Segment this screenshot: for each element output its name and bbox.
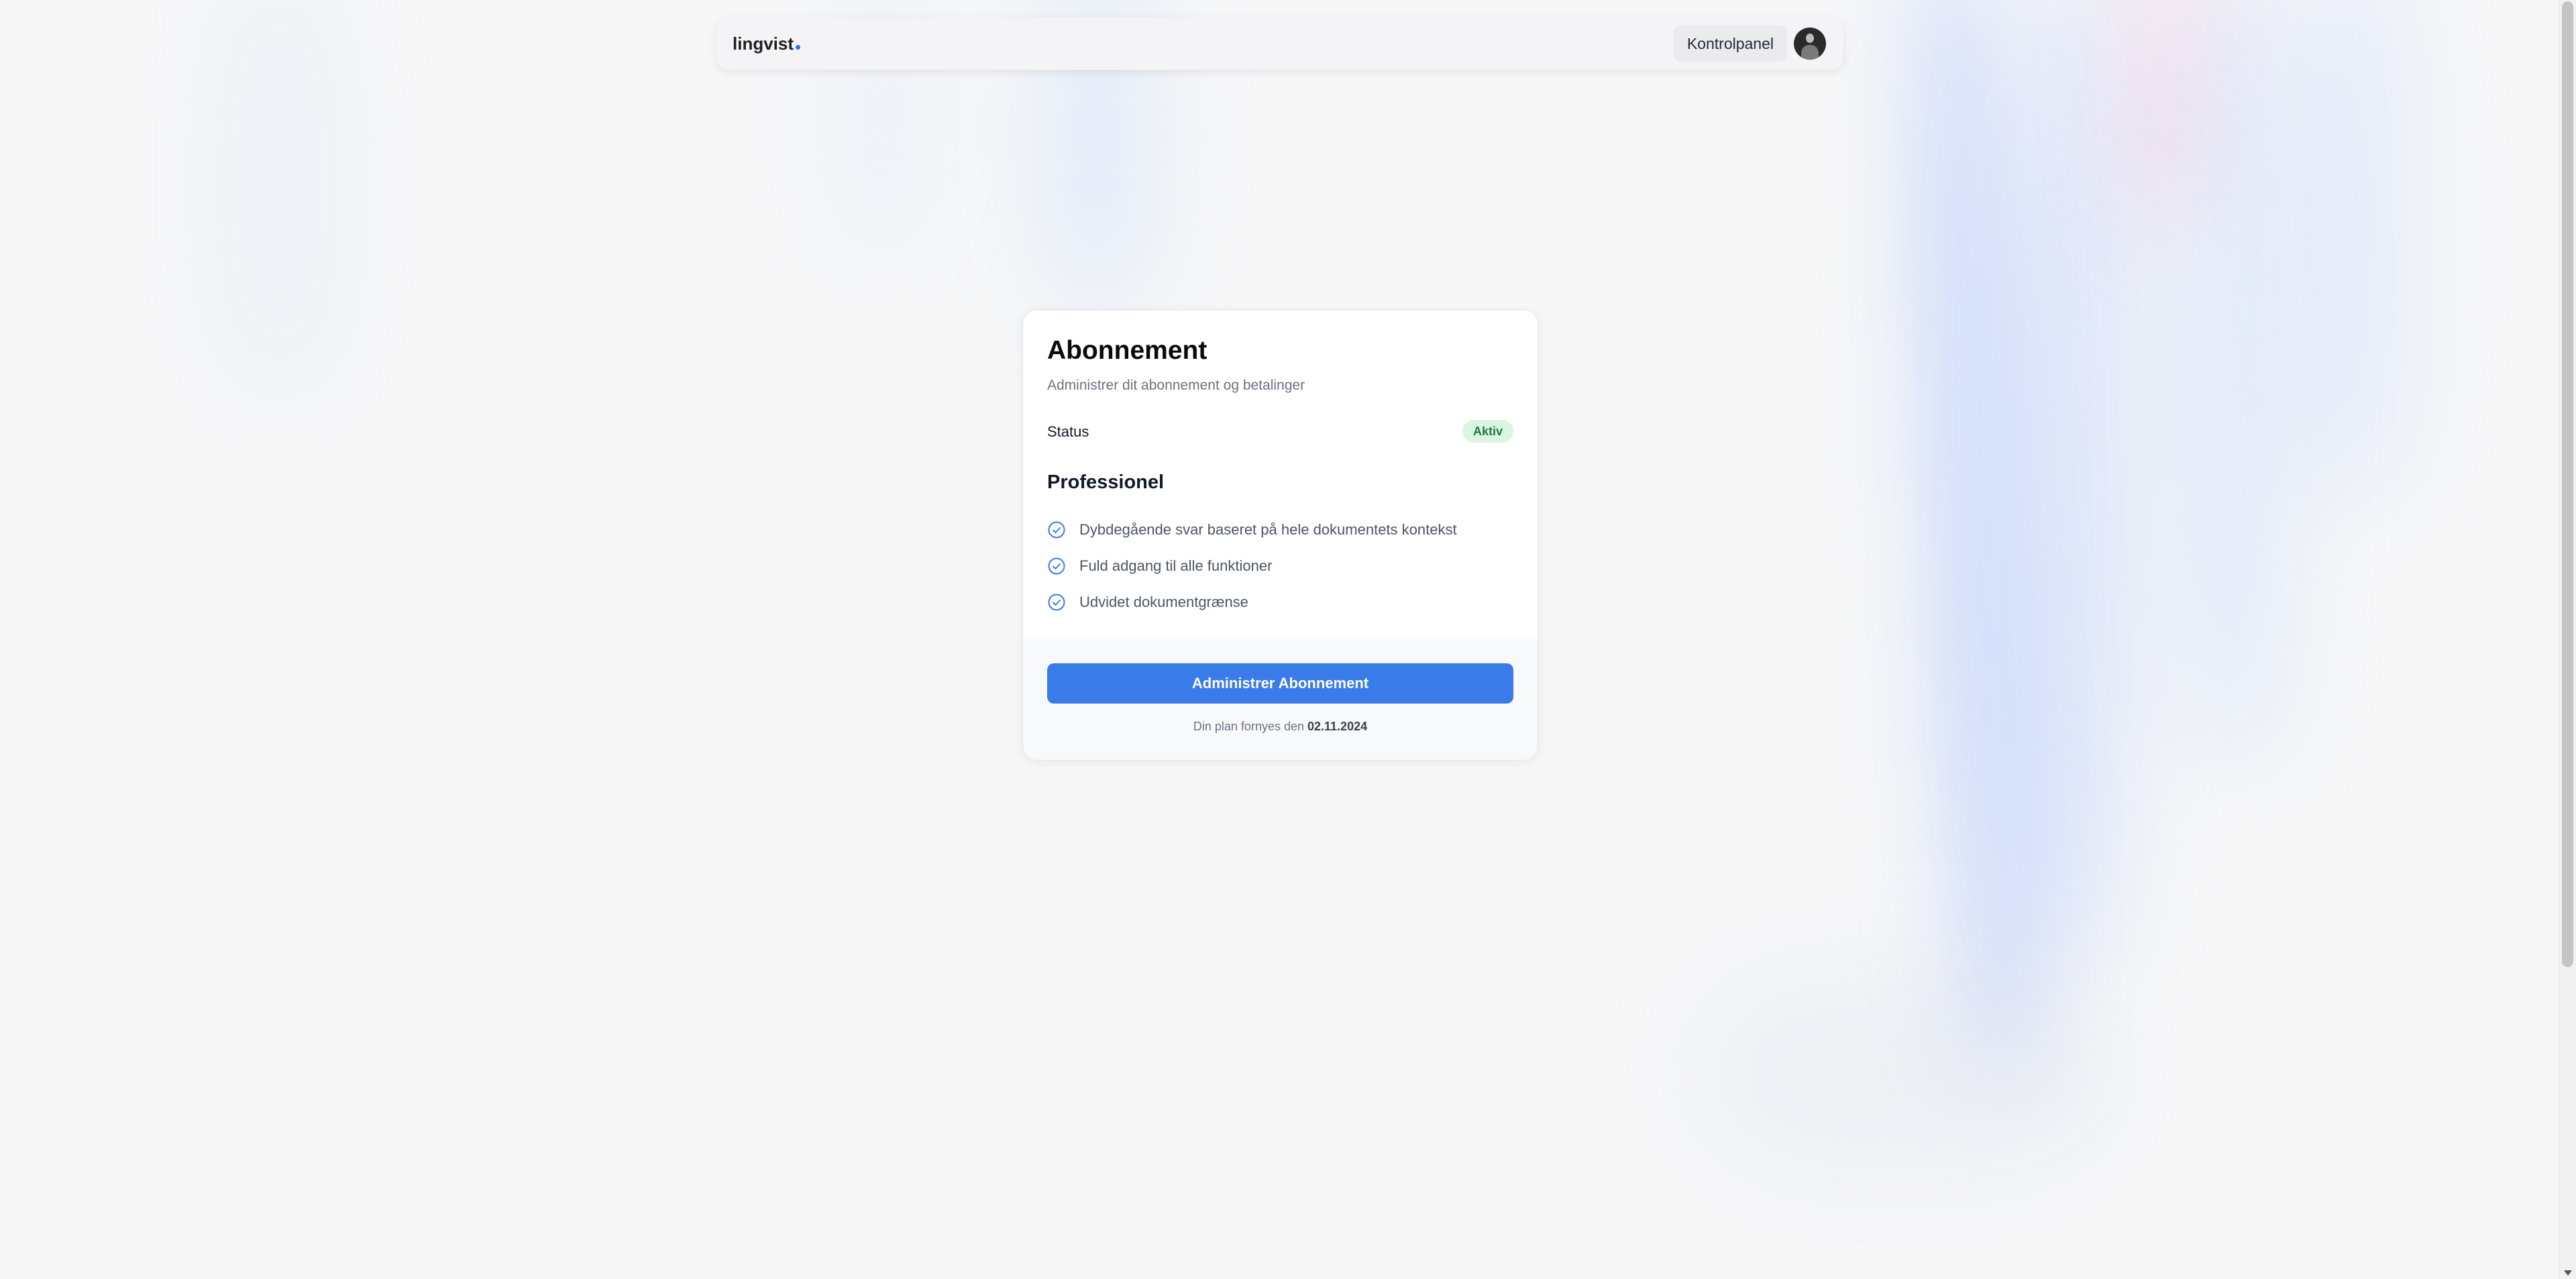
renewal-text: Din plan fornyes den bbox=[1193, 720, 1307, 733]
subscription-card: Abonnement Administrer dit abonnement og… bbox=[1023, 311, 1538, 760]
check-circle-icon bbox=[1048, 594, 1065, 611]
feature-text: Dybdegående svar baseret på hele dokumen… bbox=[1079, 521, 1457, 538]
logo-text: lingvist bbox=[733, 33, 794, 54]
feature-list: Dybdegående svar baseret på hele dokumen… bbox=[1047, 519, 1457, 628]
avatar-body bbox=[1801, 45, 1819, 60]
renewal-info: Din plan fornyes den 02.11.2024 bbox=[1023, 720, 1538, 734]
user-avatar[interactable] bbox=[1794, 27, 1826, 60]
dashboard-button[interactable]: Kontrolpanel bbox=[1673, 25, 1787, 62]
renewal-date: 02.11.2024 bbox=[1307, 720, 1368, 733]
avatar-head bbox=[1806, 34, 1814, 43]
page-title: Abonnement bbox=[1047, 336, 1208, 365]
check-circle-icon bbox=[1048, 557, 1065, 575]
logo[interactable]: lingvist bbox=[733, 33, 801, 54]
scrollbar-thumb[interactable] bbox=[2562, 1, 2573, 967]
feature-text: Fuld adgang til alle funktioner bbox=[1079, 557, 1273, 574]
scroll-down-arrow-icon[interactable] bbox=[2564, 1270, 2572, 1276]
logo-dot-icon bbox=[796, 44, 801, 50]
page-subtitle: Administrer dit abonnement og betalinger bbox=[1047, 378, 1305, 393]
feature-item: Fuld adgang til alle funktioner bbox=[1047, 555, 1457, 577]
check-circle-icon bbox=[1048, 521, 1065, 539]
manage-subscription-button[interactable]: Administrer Abonnement bbox=[1047, 663, 1513, 704]
status-badge: Aktiv bbox=[1462, 420, 1513, 443]
feature-text: Udvidet dokumentgrænse bbox=[1079, 594, 1248, 610]
top-navigation-bar: lingvist Kontrolpanel bbox=[716, 17, 1843, 70]
plan-name: Professionel bbox=[1047, 471, 1165, 493]
feature-item: Udvidet dokumentgrænse bbox=[1047, 592, 1457, 613]
page-scrollbar[interactable] bbox=[2559, 0, 2576, 1279]
status-label: Status bbox=[1047, 423, 1089, 440]
feature-item: Dybdegående svar baseret på hele dokumen… bbox=[1047, 519, 1457, 541]
nav-actions: Kontrolpanel bbox=[1673, 25, 1826, 62]
